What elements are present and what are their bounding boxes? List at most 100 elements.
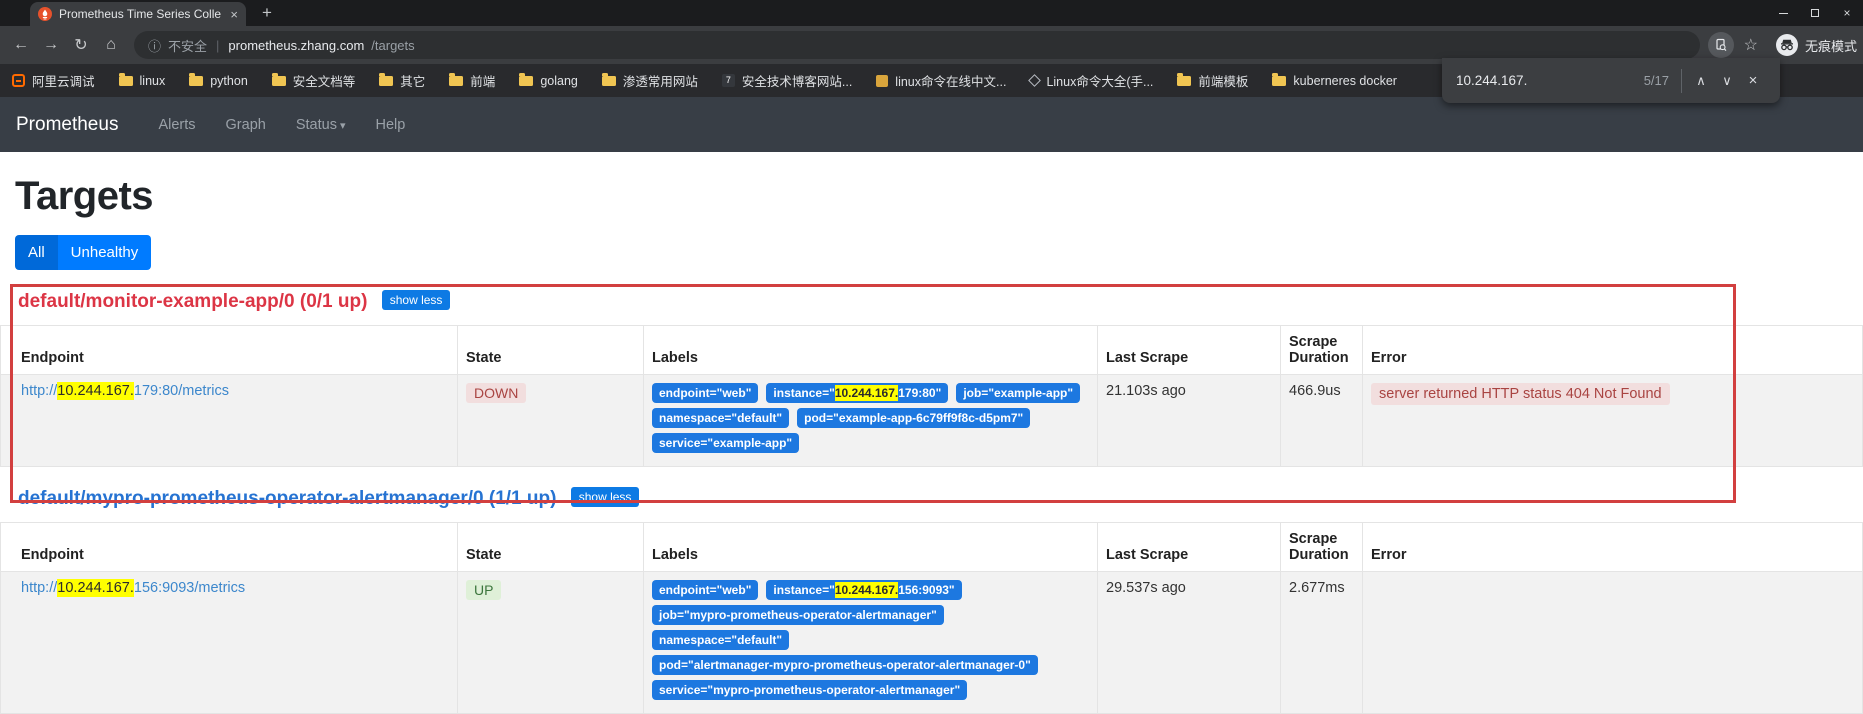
bookmark-star-icon[interactable]: ☆ [1744,35,1758,55]
window-minimize-button[interactable] [1767,0,1799,26]
bookmark-item[interactable]: kuberneres docker [1272,72,1397,88]
col-endpoint: Endpoint [0,325,458,375]
show-less-button[interactable]: show less [570,487,640,507]
tab-close-icon[interactable]: × [230,7,238,22]
window-close-button[interactable]: × [1831,0,1863,26]
nav-graph[interactable]: Graph [226,117,266,133]
back-icon[interactable]: ← [6,36,36,54]
targets-table: Endpoint State Labels Last Scrape Scrape… [0,325,1863,467]
bookmark-item[interactable]: golang [519,72,578,88]
forward-icon[interactable]: → [36,36,66,54]
bookmark-item[interactable]: linux命令在线中文... [876,71,1006,90]
find-close-icon[interactable]: × [1740,72,1766,89]
prometheus-navbar: Prometheus Alerts Graph Status ▾ Help [0,97,1863,152]
new-tab-button[interactable]: + [262,3,272,23]
site-icon [1028,74,1042,87]
url-path: /targets [371,37,415,53]
table-header-row: Endpoint State Labels Last Scrape Scrape… [0,522,1863,572]
target-filter-group: All Unhealthy [15,235,152,270]
label-badge: namespace="default" [652,630,790,650]
job-header: default/mypro-prometheus-operator-alertm… [18,487,1863,510]
last-scrape-cell: 29.537s ago [1097,571,1281,714]
bookmark-item[interactable]: 安全文档等 [271,71,355,90]
aliyun-icon [12,74,25,87]
nav-status[interactable]: Status ▾ [296,117,346,133]
find-previous-icon[interactable]: ∧ [1688,73,1714,89]
find-input[interactable] [1456,73,1644,88]
labels-cell: endpoint="web" instance="10.244.167.156:… [643,571,1098,714]
error-cell: server returned HTTP status 404 Not Foun… [1362,374,1863,467]
targets-page: Targets All Unhealthy default/monitor-ex… [0,174,1863,714]
bookmark-item[interactable]: python [189,72,248,88]
scrape-duration-cell: 2.677ms [1280,571,1363,714]
endpoint-cell: http://10.244.167.179:80/metrics [0,374,458,467]
find-highlight: 10.244.167. [57,382,134,400]
maximize-icon [1811,9,1819,17]
status-badge: UP [466,580,502,600]
error-badge: server returned HTTP status 404 Not Foun… [1371,383,1670,405]
endpoint-link[interactable]: http://10.244.167.179:80/metrics [21,382,229,400]
folder-icon [519,72,534,86]
filter-all-button[interactable]: All [15,235,58,270]
bookmark-item[interactable]: 前端模板 [1177,71,1248,90]
filter-unhealthy-button[interactable]: Unhealthy [57,235,152,270]
col-scrape-duration: Scrape Duration [1280,325,1363,375]
label-badge: instance="10.244.167.179:80" [766,383,949,403]
find-highlight: 10.244.167. [834,385,899,401]
job-link[interactable]: default/mypro-prometheus-operator-alertm… [18,488,556,509]
folder-icon [118,72,133,86]
table-header-row: Endpoint State Labels Last Scrape Scrape… [0,325,1863,375]
bookmark-item[interactable]: Linux命令大全(手... [1028,71,1153,90]
col-labels: Labels [643,522,1098,572]
job-link[interactable]: default/monitor-example-app/0 (0/1 up) [18,291,367,312]
folder-icon [271,72,286,86]
labels-cell: endpoint="web" instance="10.244.167.179:… [643,374,1098,467]
bookmark-item[interactable]: 其它 [379,71,425,90]
findbar-divider [1681,68,1682,93]
address-bar[interactable]: ⓘ 不安全 | prometheus.zhang.com/targets [134,31,1700,59]
folder-icon [449,72,464,86]
job-section: default/monitor-example-app/0 (0/1 up) s… [0,290,1863,467]
col-endpoint: Endpoint [0,522,458,572]
bookmark-item[interactable]: 7 安全技术博客网站... [721,71,852,90]
show-less-button[interactable]: show less [381,290,451,310]
endpoint-cell: http://10.244.167.156:9093/metrics [0,571,458,714]
info-icon[interactable]: ⓘ [148,36,161,55]
page-tool-button[interactable] [1707,32,1734,58]
window-maximize-button[interactable] [1799,0,1831,26]
nav-help[interactable]: Help [375,117,405,133]
site-icon: 7 [721,74,735,87]
reload-icon[interactable]: ↻ [66,35,96,55]
state-cell: DOWN [457,374,644,467]
error-cell [1362,571,1863,714]
folder-icon [1177,72,1192,86]
bookmark-item[interactable]: 阿里云调试 [12,71,95,90]
doc-search-icon [1716,38,1727,52]
minimize-icon [1778,12,1788,14]
find-highlight: 10.244.167. [834,582,899,598]
browser-chrome: Prometheus Time Series Colle × + × ← → ↻… [0,0,1863,103]
bookmark-item[interactable]: 渗透常用网站 [601,71,698,90]
home-icon[interactable]: ⌂ [96,36,126,54]
label-badge: instance="10.244.167.156:9093" [766,580,962,600]
tab-title: Prometheus Time Series Colle [59,7,222,21]
nav-alerts[interactable]: Alerts [158,117,195,133]
table-row: http://10.244.167.179:80/metrics DOWN en… [0,374,1863,467]
find-next-icon[interactable]: ∨ [1714,73,1740,89]
folder-icon [1272,72,1287,86]
incognito-badge: 无痕模式 [1775,34,1857,56]
last-scrape-cell: 21.103s ago [1097,374,1281,467]
status-badge: DOWN [466,383,527,403]
site-icon [876,74,889,87]
navbar-brand[interactable]: Prometheus [16,114,118,136]
job-header: default/monitor-example-app/0 (0/1 up) s… [18,290,1863,313]
label-badge: service="example-app" [652,433,800,453]
col-error: Error [1362,522,1863,572]
bookmark-item[interactable]: linux [118,72,165,88]
targets-table: Endpoint State Labels Last Scrape Scrape… [0,522,1863,714]
bookmark-item[interactable]: 前端 [449,71,495,90]
col-state: State [457,325,644,375]
endpoint-link[interactable]: http://10.244.167.156:9093/metrics [21,579,245,597]
find-in-page-bar: 5/17 ∧ ∨ × [1442,58,1780,103]
browser-tab[interactable]: Prometheus Time Series Colle × [30,2,246,26]
